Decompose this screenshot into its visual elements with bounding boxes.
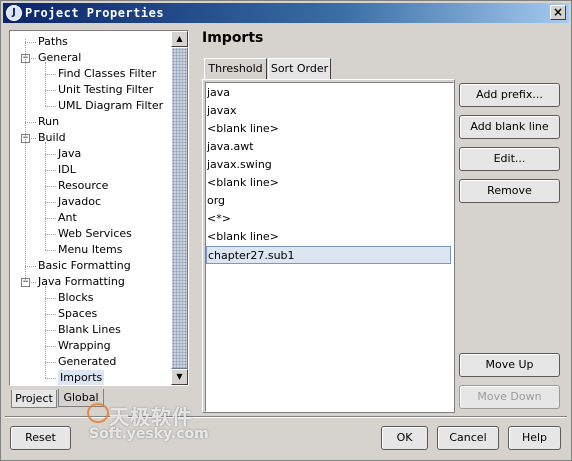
tree-connector — [45, 106, 56, 107]
tab-threshold[interactable]: Threshold — [204, 58, 267, 80]
tree-item[interactable]: Paths — [38, 34, 68, 50]
tree-connector — [45, 234, 56, 235]
tree-item[interactable]: Generated — [58, 354, 116, 370]
tree-connector — [45, 218, 56, 219]
close-button[interactable]: × — [550, 5, 566, 20]
list-item[interactable]: javax — [206, 102, 452, 120]
tree-scrollbar[interactable]: ▲ ▼ — [171, 31, 188, 385]
tree-item[interactable]: Menu Items — [58, 242, 122, 258]
tree-connector — [45, 170, 56, 171]
tree-connector — [45, 314, 56, 315]
import-order-list[interactable]: java javax <blank line> java.awt javax.swing… — [205, 82, 454, 412]
watermark-url: Soft.yesky.com — [89, 426, 209, 442]
list-item[interactable]: <*> — [206, 210, 452, 228]
add-blank-line-button[interactable]: Add blank line — [459, 115, 560, 139]
tree-connector — [45, 62, 46, 106]
tree-item[interactable]: Resource — [58, 178, 108, 194]
list-item[interactable]: <blank line> — [206, 174, 452, 192]
tree-connector — [45, 154, 56, 155]
tab-global[interactable]: Global — [58, 389, 104, 407]
tree-connector — [25, 266, 36, 267]
tree-connector — [25, 39, 26, 282]
tree-item[interactable]: Java — [58, 146, 81, 162]
tree-item[interactable]: Run — [38, 114, 59, 130]
tree-item[interactable]: Imports — [58, 370, 105, 385]
tree-connector — [45, 74, 56, 75]
project-properties-dialog: J Project Properties × Paths − General Find… — [0, 0, 572, 461]
tree-connector — [45, 346, 56, 347]
reset-button[interactable]: Reset — [10, 426, 71, 450]
tree-item[interactable]: Find Classes Filter — [58, 66, 156, 82]
list-item[interactable]: <blank line> — [206, 120, 452, 138]
scroll-down-button[interactable]: ▼ — [171, 369, 188, 385]
tree-connector — [45, 378, 56, 379]
tree-connector — [45, 330, 56, 331]
settings-tree-panel: Paths − General Find Classes Filter Unit Tes… — [9, 30, 189, 386]
tree-item[interactable]: Basic Formatting — [38, 258, 131, 274]
tree-item[interactable]: IDL — [58, 162, 76, 178]
help-button[interactable]: Help — [508, 426, 561, 450]
list-item[interactable]: chapter27.sub1 — [206, 246, 451, 264]
watermark: 天极软件 Soft.yesky.com — [87, 401, 209, 451]
tree-connector — [45, 298, 56, 299]
tree-item[interactable]: Build — [38, 130, 66, 146]
cancel-button[interactable]: Cancel — [437, 426, 499, 450]
tree-connector — [45, 142, 46, 250]
edit-button[interactable]: Edit... — [459, 147, 560, 171]
tree-item[interactable]: Blocks — [58, 290, 93, 306]
remove-button[interactable]: Remove — [459, 179, 560, 203]
footer-separator — [5, 416, 567, 418]
tree-item[interactable]: Blank Lines — [58, 322, 121, 338]
ok-button[interactable]: OK — [381, 426, 428, 450]
tree-connector — [45, 250, 56, 251]
list-item[interactable]: java — [206, 84, 452, 102]
list-item[interactable]: org — [206, 192, 452, 210]
tab-sort-order[interactable]: Sort Order — [268, 58, 331, 80]
scroll-up-button[interactable]: ▲ — [171, 31, 188, 47]
page-title: Imports — [202, 30, 264, 46]
tree-connector — [25, 122, 36, 123]
tree-connector — [45, 286, 46, 378]
tree-item[interactable]: Java Formatting — [38, 274, 125, 290]
scroll-thumb[interactable] — [171, 47, 188, 369]
tree-item[interactable]: Wrapping — [58, 338, 111, 354]
move-up-button[interactable]: Move Up — [459, 353, 560, 377]
tree-item[interactable]: Javadoc — [58, 194, 101, 210]
app-icon: J — [6, 5, 22, 21]
list-item[interactable]: <blank line> — [206, 228, 452, 246]
window-title: Project Properties — [25, 6, 165, 20]
tree-item[interactable]: Spaces — [58, 306, 97, 322]
move-down-button[interactable]: Move Down — [459, 385, 560, 409]
settings-tree: Paths − General Find Classes Filter Unit Tes… — [10, 31, 172, 385]
tree-item[interactable]: UML Diagram Filter — [58, 98, 163, 114]
tree-item[interactable]: Unit Testing Filter — [58, 82, 153, 98]
list-item[interactable]: javax.swing — [206, 156, 452, 174]
tree-connector — [45, 186, 56, 187]
tree-connector — [45, 90, 56, 91]
add-prefix-button[interactable]: Add prefix... — [459, 83, 560, 107]
tree-connector — [45, 362, 56, 363]
tree-item[interactable]: Ant — [58, 210, 77, 226]
tree-connector — [25, 42, 36, 43]
title-bar: J Project Properties × — [3, 3, 569, 23]
tree-connector — [45, 202, 56, 203]
tree-item[interactable]: Web Services — [58, 226, 132, 242]
tab-project[interactable]: Project — [11, 390, 57, 408]
list-item[interactable]: java.awt — [206, 138, 452, 156]
